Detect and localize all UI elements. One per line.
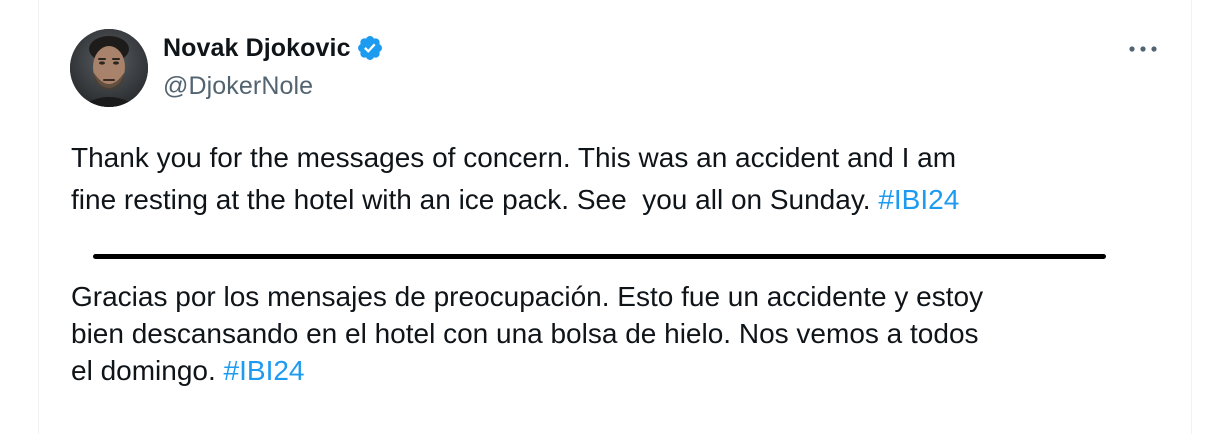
tweet-line: Gracias por los mensajes de preocupación… — [71, 281, 984, 312]
hashtag-link[interactable]: #IBI24 — [878, 184, 959, 215]
name-row: Novak Djokovic — [163, 30, 384, 66]
tweet-text-english: Thank you for the messages of concern. T… — [71, 137, 1171, 221]
tweet-line-text: el domingo. — [71, 355, 224, 386]
hashtag-link[interactable]: #IBI24 — [224, 355, 305, 386]
tweet-line: Thank you for the messages of concern. T… — [71, 142, 957, 173]
tweet-text-spanish: Gracias por los mensajes de preocupación… — [71, 278, 1181, 389]
author-display-name[interactable]: Novak Djokovic — [163, 34, 351, 63]
tweet-line-text: fine resting at the hotel with an ice pa… — [71, 184, 879, 215]
divider-line — [93, 254, 1106, 259]
tweet-line: el domingo. #IBI24 — [71, 352, 1181, 389]
more-options-button[interactable] — [1125, 38, 1161, 60]
more-horizontal-icon — [1129, 46, 1157, 52]
author-block: Novak Djokovic @DjokerNole — [163, 30, 384, 101]
tweet-line: fine resting at the hotel with an ice pa… — [71, 179, 1171, 221]
tweet-card[interactable]: Novak Djokovic @DjokerNole Thank you for… — [38, 0, 1192, 434]
author-handle[interactable]: @DjokerNole — [163, 72, 384, 101]
tweet-line: bien descansando en el hotel con una bol… — [71, 318, 979, 349]
verified-badge-icon[interactable] — [356, 34, 384, 62]
avatar[interactable] — [70, 29, 148, 107]
avatar-photo-icon — [70, 29, 148, 107]
